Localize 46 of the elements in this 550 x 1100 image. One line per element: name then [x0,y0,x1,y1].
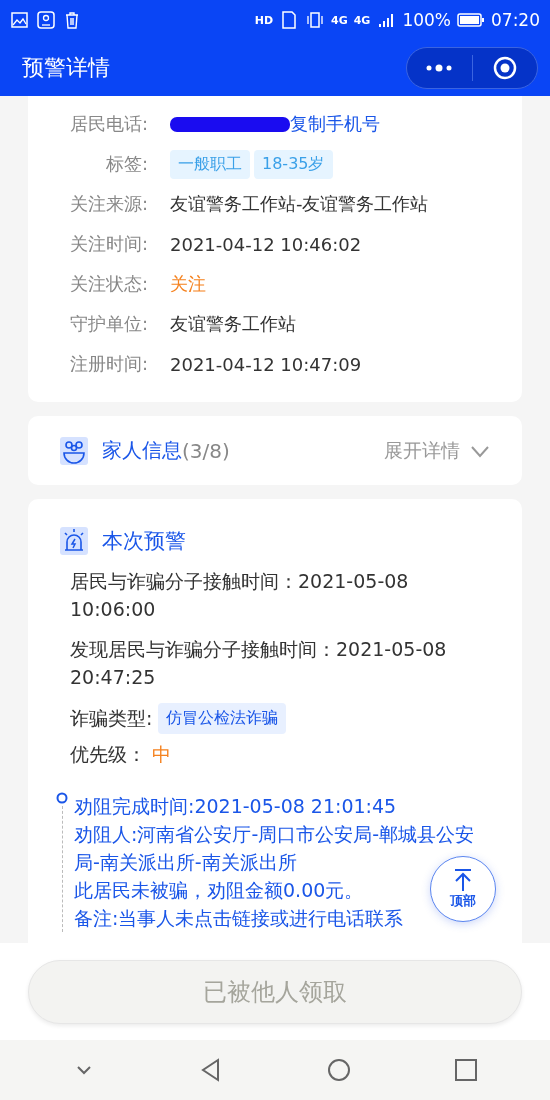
timeline-dot [56,792,68,804]
battery-icon [457,12,485,28]
family-count: (3/8) [182,438,231,463]
copy-phone-link[interactable]: 复制手机号 [290,112,380,136]
field-label: 居民电话: [68,112,149,136]
field-label: 关注来源: [68,192,149,216]
section-title: 本次预警 [102,528,186,555]
alert-detail-text: 居民与诈骗分子接触时间：2021-05-08 10:06:00 [70,569,410,622]
field-value: 友谊警务工作站-友谊警务工作站 [170,192,429,216]
field-label: 守护单位: [68,312,149,336]
tag: 一般职工 [170,149,250,179]
tag: 18-35岁 [254,149,333,179]
recents-icon[interactable] [453,1057,480,1083]
timeline-text: 劝阻完成时间:2021-05-08 21:01:45 [74,794,398,819]
field-value: 2021-04-12 10:47:09 [170,353,362,375]
vibrate-icon [305,10,325,30]
arrow-up-icon [452,868,474,892]
more-icon[interactable] [425,63,454,73]
network-label: 4G [331,13,348,27]
network-label: 4G [353,13,371,27]
siren-icon [60,527,88,555]
field-label: 关注状态: [68,272,149,296]
field-value: 2021-04-12 10:46:02 [170,233,362,255]
fraud-type-tag: 仿冒公检法诈骗 [158,703,287,734]
field-value: 关注 [170,272,206,296]
sim-icon [279,10,299,30]
field-value: 友谊警务工作站 [170,312,296,336]
close-target-icon[interactable] [492,56,517,80]
family-icon [60,436,88,465]
gallery-icon [10,10,30,30]
network-label: HD [254,13,273,27]
priority-value: 中 [152,742,171,767]
timeline-text: 备注:当事人未点击链接或进行电话联系 [74,906,405,931]
battery-percent: 100% [402,10,451,30]
field-label: 诈骗类型: [70,705,153,731]
field-label: 关注时间: [68,232,149,256]
person-card-icon [36,10,56,30]
timeline-text: 此居民未被骗，劝阻金额0.00元。 [74,878,365,903]
page-title: 预警详情 [22,54,111,82]
section-title: 家人信息 [102,437,182,464]
field-label: 优先级： [70,742,146,767]
clock-time: 07:20 [491,10,540,30]
alert-detail-text: 发现居民与诈骗分子接触时间：2021-05-08 20:47:25 [70,637,448,690]
field-label: 标签: [104,152,149,176]
home-icon[interactable] [325,1057,352,1083]
field-label: 注册时间: [68,352,149,376]
